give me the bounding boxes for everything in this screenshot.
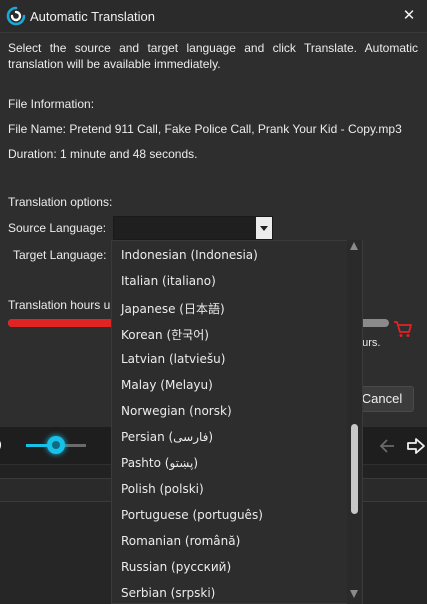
dropdown-option[interactable]: Malay (Melayu) (121, 378, 213, 392)
title-bar: Automatic Translation ✕ (0, 0, 427, 33)
dropdown-option[interactable]: Japanese (日本語) (121, 300, 225, 317)
dropdown-option[interactable]: Italian (italiano) (121, 274, 216, 288)
file-name: File Name: Pretend 911 Call, Fake Police… (8, 122, 402, 136)
dropdown-option[interactable]: Romanian (română) (121, 534, 240, 548)
close-icon[interactable]: ✕ (400, 7, 418, 25)
file-info-heading: File Information: (8, 97, 95, 111)
arrow-right-icon[interactable] (406, 437, 426, 455)
volume-icon[interactable] (0, 436, 8, 454)
cart-icon[interactable] (393, 320, 413, 338)
chevron-down-icon[interactable] (256, 217, 272, 239)
scroll-down-icon[interactable] (350, 590, 358, 598)
intro-text: Select the source and target language an… (8, 41, 418, 71)
duration: Duration: 1 minute and 48 seconds. (8, 147, 198, 161)
language-dropdown-list: Indonesian (Indonesia) Italian (italiano… (111, 240, 363, 604)
dropdown-option[interactable]: Persian (فارسی) (121, 430, 213, 444)
scrollbar-thumb[interactable] (351, 424, 358, 514)
options-heading: Translation options: (8, 195, 113, 209)
volume-slider-handle[interactable] (47, 436, 65, 454)
dropdown-option[interactable]: Portuguese (português) (121, 508, 263, 522)
scroll-up-icon[interactable] (350, 242, 358, 250)
arrow-left-icon[interactable] (378, 437, 396, 455)
dropdown-option[interactable]: Serbian (srpski) (121, 586, 215, 600)
target-language-label: Target Language: (13, 248, 107, 262)
source-language-label: Source Language: (8, 221, 107, 235)
dropdown-scrollbar[interactable] (347, 240, 362, 604)
hours-label: Translation hours u (8, 298, 111, 312)
dropdown-option[interactable]: Norwegian (norsk) (121, 404, 232, 418)
dropdown-option[interactable]: Indonesian (Indonesia) (121, 248, 258, 262)
window-title: Automatic Translation (30, 9, 156, 24)
dropdown-option[interactable]: Russian (русский) (121, 560, 231, 574)
dropdown-option[interactable]: Pashto (پښتو) (121, 456, 198, 470)
dropdown-option[interactable]: Korean (한국어) (121, 326, 209, 343)
dropdown-option[interactable]: Latvian (latviešu) (121, 352, 225, 366)
dropdown-option[interactable]: Polish (polski) (121, 482, 204, 496)
translation-logo-icon (6, 6, 26, 26)
source-language-select[interactable] (113, 216, 273, 240)
